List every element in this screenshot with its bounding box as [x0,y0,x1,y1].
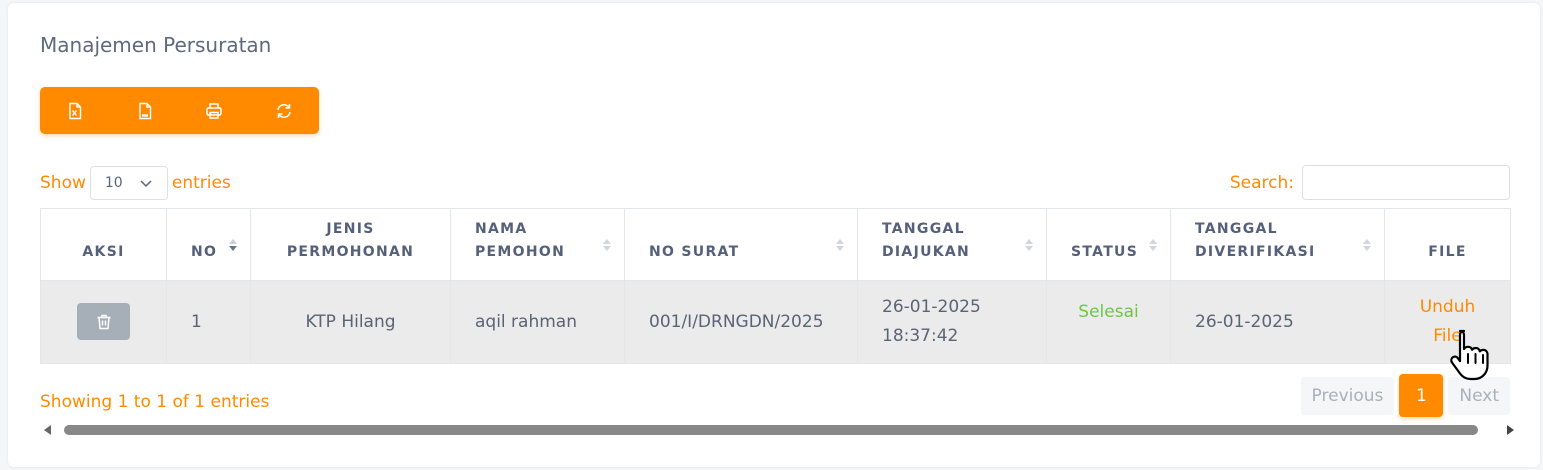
table-search: Search: [1230,165,1510,200]
page-title: Manajemen Persuratan [40,33,272,57]
column-header-status[interactable]: STATUS [1046,208,1171,281]
scroll-right-arrow-icon[interactable] [1507,425,1514,435]
column-header-no[interactable]: NO [166,208,251,281]
table-header-row: AKSI NO JENIS PERMOHONAN NAMA PEMOHON NO… [40,208,1511,281]
cell-nama: aqil rahman [450,280,625,364]
column-header-tanggal-diajukan[interactable]: TANGGAL DIAJUKAN [857,208,1047,281]
column-header-file: FILE [1384,208,1511,281]
entries-length-control: Show 10 entries [40,165,231,201]
sort-icon [602,235,612,263]
scroll-left-arrow-icon[interactable] [44,425,51,435]
refresh-button[interactable] [249,87,319,134]
page-1-button[interactable]: 1 [1399,374,1444,417]
cell-aksi [40,280,167,364]
sort-asc-icon [228,235,238,263]
trash-icon [97,314,110,329]
show-label: Show [40,173,86,193]
status-badge: Selesai [1078,301,1139,322]
sort-icon [1362,235,1372,263]
content-card: Manajemen Persuratan Show 10 entries Sea… [8,3,1540,467]
hand-pointer-cursor-icon [1450,329,1489,381]
sort-icon [835,235,845,263]
export-csv-button[interactable] [110,87,180,134]
cell-jenis: KTP Hilang [250,280,451,364]
refresh-icon [277,103,291,118]
delete-button[interactable] [77,303,130,341]
print-button[interactable] [180,87,250,134]
column-header-no-surat[interactable]: NO SURAT [624,208,858,281]
file-excel-icon [69,102,82,119]
cell-no-surat: 001/I/DRNGDN/2025 [624,280,858,364]
entries-label: entries [171,173,231,193]
cell-tanggal-diverifikasi: 26-01-2025 [1170,280,1385,364]
table-row: 1 KTP Hilang aqil rahman 001/I/DRNGDN/20… [40,280,1511,364]
search-input[interactable] [1302,165,1510,200]
letters-table: AKSI NO JENIS PERMOHONAN NAMA PEMOHON NO… [40,208,1511,364]
file-csv-icon [138,102,151,119]
chevron-down-icon [140,180,152,188]
cell-status: Selesai [1046,280,1171,364]
previous-page-button[interactable]: Previous [1300,376,1395,415]
scrollbar-thumb[interactable] [64,425,1478,435]
column-header-aksi: AKSI [40,208,167,281]
export-toolbar [40,87,319,134]
column-header-tanggal-diverifikasi[interactable]: TANGGAL DIVERIFIKASI [1170,208,1385,281]
horizontal-scrollbar[interactable] [44,422,1514,438]
export-excel-button[interactable] [40,87,110,134]
column-header-jenis[interactable]: JENIS PERMOHONAN [250,208,451,281]
entries-select[interactable]: 10 [89,166,168,200]
sort-icon [1148,235,1158,263]
cell-no: 1 [166,280,251,364]
cell-tanggal-diajukan: 26-01-2025 18:37:42 [857,280,1047,364]
column-header-nama[interactable]: NAMA PEMOHON [450,208,625,281]
entries-select-value: 10 [104,175,123,191]
sort-icon [1024,235,1034,263]
table-info: Showing 1 to 1 of 1 entries [40,392,270,412]
search-label: Search: [1229,172,1294,193]
printer-icon [206,102,223,119]
